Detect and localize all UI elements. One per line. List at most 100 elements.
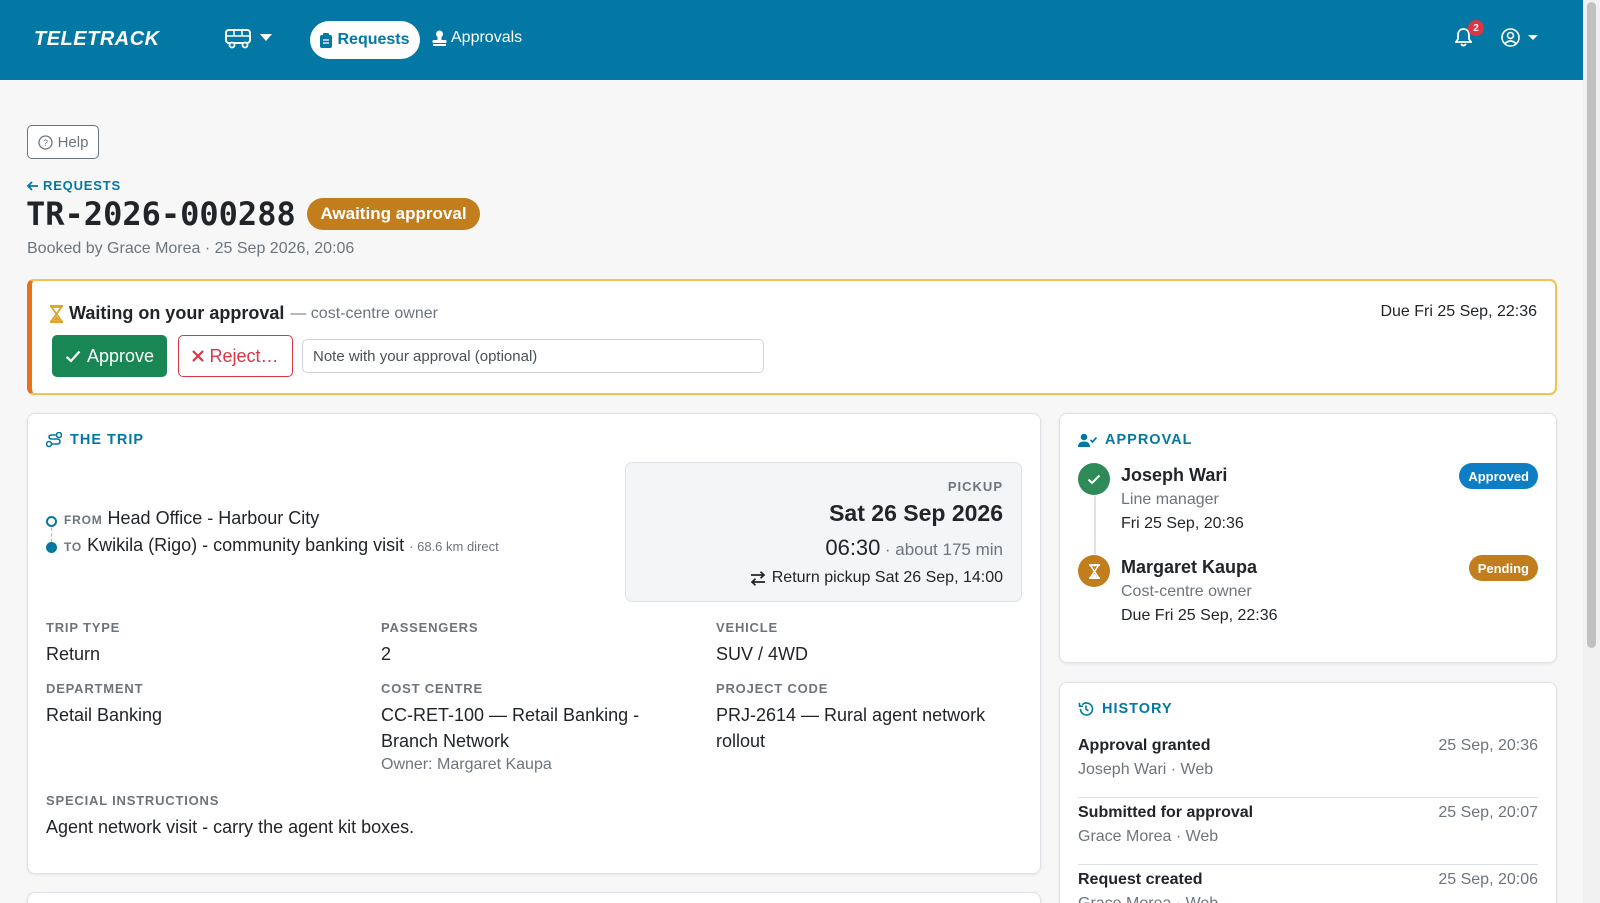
reject-button[interactable]: Reject…	[178, 335, 293, 377]
nav-requests-label: Requests	[337, 31, 410, 48]
help-button[interactable]: ? Help	[27, 125, 99, 159]
approver-name: Joseph Wari	[1121, 465, 1228, 485]
banner-title: Waiting on your approval — cost-centre o…	[50, 303, 438, 324]
back-to-requests-link[interactable]: REQUESTS	[27, 178, 121, 193]
approver-role: Cost-centre owner	[1121, 583, 1252, 600]
trip-type-label: TRIP TYPE	[46, 620, 121, 635]
pickup-label: PICKUP	[947, 479, 1003, 494]
swap-arrows-icon	[750, 570, 765, 586]
approver-date: Fri 25 Sep, 20:36	[1121, 515, 1244, 532]
route-to-row: TO Kwikila (Rigo) - community banking vi…	[46, 535, 499, 562]
banner-title-text: Waiting on your approval	[69, 303, 285, 323]
notification-count-badge: 2	[1468, 20, 1484, 36]
return-pickup-text: Return pickup Sat 26 Sep, 14:00	[771, 569, 1003, 586]
back-label: REQUESTS	[43, 178, 121, 193]
vehicle-label: VEHICLE	[716, 620, 778, 635]
history-item-time: 25 Sep, 20:07	[1438, 804, 1538, 821]
x-icon	[192, 350, 205, 362]
approver-status-badge: Pending	[1468, 555, 1538, 581]
history-heading: HISTORY	[1078, 701, 1173, 717]
banner-due-date: Due Fri 25 Sep, 22:36	[1380, 303, 1537, 320]
van-icon	[225, 29, 251, 49]
special-instructions-value: Agent network visit - carry the agent ki…	[46, 817, 415, 837]
brand-logo[interactable]: TELETRACK	[34, 28, 160, 51]
page-scrollbar-thumb[interactable]	[1587, 2, 1596, 648]
status-badge: Awaiting approval	[307, 198, 480, 230]
approved-check-icon	[1078, 463, 1110, 495]
passengers-field: PASSENGERS 2	[381, 620, 478, 667]
department-value: Retail Banking	[46, 705, 163, 725]
user-menu-dropdown[interactable]	[1501, 28, 1538, 47]
trip-duration: · about 175 min	[884, 540, 1003, 559]
route-from-row: FROM Head Office - Harbour City	[46, 508, 499, 535]
approval-banner: Waiting on your approval — cost-centre o…	[27, 279, 1557, 395]
vehicle-value: SUV / 4WD	[716, 644, 809, 664]
banner-subtitle: — cost-centre owner	[290, 304, 438, 322]
page-title: TR-2026-000288	[26, 195, 296, 233]
history-item-title: Submitted for approval	[1078, 804, 1254, 821]
booked-by-text: Booked by Grace Morea · 25 Sep 2026, 20:…	[27, 240, 355, 257]
project-code-label: PROJECT CODE	[716, 681, 829, 696]
history-clock-icon	[1078, 702, 1094, 716]
help-label: Help	[57, 133, 89, 151]
nav-approvals-link[interactable]: Approvals	[432, 29, 522, 47]
arrow-left-icon	[27, 180, 38, 191]
history-item: Request created Grace Morea · Web 25 Sep…	[1078, 866, 1538, 903]
approval-timeline-connector	[1094, 496, 1096, 554]
history-item-actor: Grace Morea · Web	[1078, 828, 1219, 845]
caret-down-icon	[260, 34, 272, 41]
trip-heading-label: THE TRIP	[70, 432, 145, 448]
history-item-time: 25 Sep, 20:06	[1438, 871, 1538, 888]
department-label: DEPARTMENT	[46, 681, 144, 696]
from-label: FROM	[64, 513, 103, 527]
pickup-time: 06:30	[825, 535, 881, 560]
history-heading-label: HISTORY	[1102, 701, 1173, 717]
nav-approvals-label: Approvals	[451, 29, 523, 46]
svg-text:?: ?	[43, 138, 48, 148]
check-icon	[65, 350, 81, 363]
project-code-field: PROJECT CODE PRJ-2614 — Rural agent netw…	[716, 681, 1006, 754]
history-item-actor: Grace Morea · Web	[1078, 895, 1218, 903]
vehicle-menu-dropdown[interactable]	[224, 26, 272, 50]
history-item-time: 25 Sep, 20:36	[1438, 737, 1538, 754]
history-item: Approval granted Joseph Wari · Web 25 Se…	[1078, 732, 1538, 798]
route-distance: · 68.6 km direct	[409, 539, 499, 554]
history-item-title: Request created	[1078, 871, 1203, 888]
cost-centre-field: COST CENTRE CC-RET-100 — Retail Banking …	[381, 681, 671, 774]
approve-button[interactable]: Approve	[52, 335, 167, 377]
approval-card: APPROVAL Joseph Wari Line manager Fri 25…	[1059, 413, 1557, 663]
approval-heading: APPROVAL	[1078, 432, 1193, 448]
route-info: FROM Head Office - Harbour City TO Kwiki…	[46, 508, 499, 562]
approver-role: Line manager	[1121, 491, 1219, 508]
cost-centre-label: COST CENTRE	[381, 681, 483, 696]
special-instructions-label: SPECIAL INSTRUCTIONS	[46, 793, 220, 808]
origin-dot-icon	[46, 516, 57, 527]
user-circle-icon	[1501, 28, 1520, 47]
approver-row: Joseph Wari Line manager Fri 25 Sep, 20:…	[1078, 463, 1538, 533]
stamp-icon	[432, 30, 447, 46]
destination-dot-icon	[46, 542, 57, 553]
special-instructions-field: SPECIAL INSTRUCTIONS Agent network visit…	[46, 793, 414, 840]
nav-requests-tab[interactable]: Requests	[310, 21, 420, 59]
return-pickup-row: Return pickup Sat 26 Sep, 14:00	[644, 569, 1003, 587]
passengers-value: 2	[381, 644, 392, 664]
cost-centre-owner: Owner: Margaret Kaupa	[381, 756, 552, 773]
hourglass-icon	[50, 304, 63, 323]
approver-row: Margaret Kaupa Cost-centre owner Due Fri…	[1078, 555, 1538, 625]
vehicle-field: VEHICLE SUV / 4WD	[716, 620, 808, 667]
pickup-time-row: 06:30 · about 175 min	[644, 535, 1003, 561]
approver-date: Due Fri 25 Sep, 22:36	[1121, 607, 1278, 624]
approval-note-input[interactable]	[302, 339, 764, 373]
pending-hourglass-icon	[1078, 555, 1110, 587]
top-navbar: TELETRACK Requests Approvals 2	[0, 0, 1583, 80]
history-item-title: Approval granted	[1078, 737, 1211, 754]
clipboard-icon	[320, 32, 333, 48]
passengers-label: PASSENGERS	[381, 620, 479, 635]
from-place: Head Office - Harbour City	[107, 508, 320, 528]
question-circle-icon: ?	[37, 134, 53, 150]
history-card: HISTORY Approval granted Joseph Wari · W…	[1059, 682, 1557, 903]
trip-type-field: TRIP TYPE Return	[46, 620, 120, 667]
department-field: DEPARTMENT Retail Banking	[46, 681, 162, 728]
to-place: Kwikila (Rigo) - community banking visit	[87, 535, 405, 555]
trip-heading: THE TRIP	[46, 432, 144, 448]
